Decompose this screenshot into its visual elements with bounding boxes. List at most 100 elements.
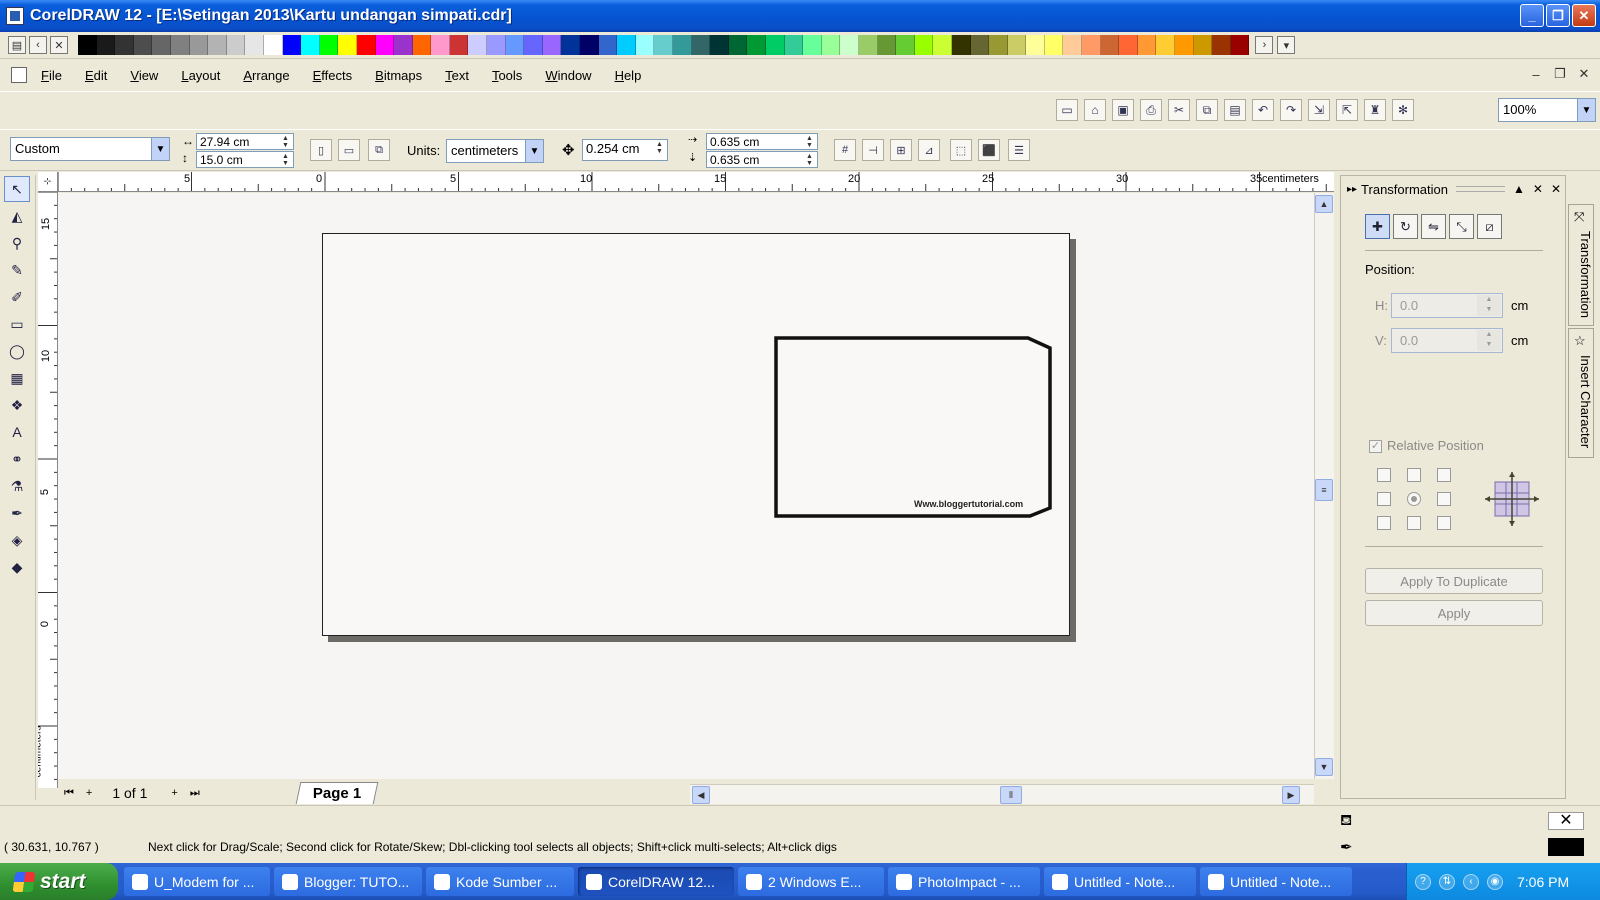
color-swatch[interactable] — [580, 35, 599, 55]
anchor-bottom-center[interactable] — [1407, 516, 1421, 530]
page-tab[interactable]: Page 1 — [295, 782, 379, 804]
paper-width-spinner-icon[interactable]: ▲ ▼ — [282, 135, 292, 149]
units-combo[interactable]: centimeters ▼ — [446, 139, 544, 163]
duplicate-x-spinner-icon[interactable]: ▲ ▼ — [806, 135, 816, 149]
h-position-spinner-icon[interactable]: ▲ ▼ — [1477, 295, 1501, 316]
h-position-field[interactable]: 0.0 ▲ ▼ — [1391, 293, 1503, 318]
color-swatch[interactable] — [226, 35, 246, 55]
interactive-fill-tool-icon[interactable]: ◆ — [4, 554, 30, 580]
tab-transformation[interactable]: ⤧ Transformation — [1568, 204, 1594, 326]
color-swatch[interactable] — [635, 35, 655, 55]
size-mode-icon[interactable]: ⤡ — [1449, 214, 1474, 239]
anchor-top-left[interactable] — [1377, 468, 1391, 482]
treat-as-filled-icon[interactable]: ⬚ — [950, 139, 972, 161]
color-swatch[interactable] — [673, 35, 692, 55]
color-swatch[interactable] — [747, 35, 766, 55]
color-swatch[interactable] — [208, 35, 227, 55]
help-icon[interactable]: ? — [1415, 873, 1431, 890]
save-icon[interactable]: ▣ — [1112, 99, 1134, 121]
horizontal-scroll-thumb[interactable]: ⦀ — [1000, 786, 1022, 804]
color-swatch[interactable] — [449, 35, 469, 55]
duplicate-x-field[interactable]: 0.635 cm ▲ ▼ — [706, 133, 818, 150]
color-swatch[interactable] — [96, 35, 116, 55]
color-swatch[interactable] — [728, 35, 748, 55]
color-swatch[interactable] — [1230, 35, 1250, 55]
color-swatch[interactable] — [1044, 35, 1064, 55]
menu-item-view[interactable]: View — [130, 68, 158, 83]
coreldraw-app-icon[interactable] — [6, 7, 24, 25]
taskbar-task[interactable]: Blogger: TUTO... — [274, 867, 422, 896]
first-page-icon[interactable]: ⏮ — [64, 787, 74, 800]
palette-expand-icon[interactable]: ▾ — [1277, 36, 1296, 54]
menu-item-help[interactable]: Help — [615, 68, 642, 83]
anchor-center[interactable] — [1407, 492, 1421, 506]
taskbar-task[interactable]: PhotoImpact - ... — [888, 867, 1040, 896]
eyedropper-tool-icon[interactable]: ⚗ — [4, 473, 30, 499]
taskbar-task[interactable]: 2 Windows E... — [738, 867, 884, 896]
paste-icon[interactable]: ▤ — [1224, 99, 1246, 121]
tray-expand-icon[interactable]: ‹ — [1463, 873, 1479, 890]
doc-close-icon[interactable]: ✕ — [1576, 66, 1592, 82]
scroll-down-icon[interactable]: ▼ — [1315, 758, 1333, 776]
taskbar-task[interactable]: CorelDRAW 12... — [578, 867, 734, 896]
anchor-top-right[interactable] — [1437, 468, 1451, 482]
color-swatch[interactable] — [784, 35, 804, 55]
shape-tool-icon[interactable]: ◭ — [4, 203, 30, 229]
palette-scroll-left-icon[interactable]: ‹ — [29, 36, 47, 54]
duplicate-y-spinner-icon[interactable]: ▲ ▼ — [806, 153, 816, 167]
ruler-origin-icon[interactable]: ⊹ — [38, 172, 58, 192]
scroll-up-icon[interactable]: ▲ — [1315, 195, 1333, 213]
color-swatch[interactable] — [765, 35, 785, 55]
freehand-tool-icon[interactable]: ✎ — [4, 257, 30, 283]
minimize-button[interactable]: _ — [1520, 4, 1544, 27]
color-swatch[interactable] — [170, 35, 190, 55]
color-swatch[interactable] — [1007, 35, 1027, 55]
zoom-level-combo[interactable]: 100% ▼ — [1498, 98, 1596, 122]
apply-to-duplicate-button[interactable]: Apply To Duplicate — [1365, 568, 1543, 594]
drawing-workspace[interactable]: Www.bloggertutorial.com — [58, 193, 1320, 779]
paper-height-field[interactable]: 15.0 cm ▲ ▼ — [196, 151, 294, 168]
color-swatch[interactable] — [598, 35, 618, 55]
color-swatch[interactable] — [338, 35, 357, 55]
menu-item-effects[interactable]: Effects — [313, 68, 353, 83]
export-icon[interactable]: ⇱ — [1336, 99, 1358, 121]
card-url-text[interactable]: Www.bloggertutorial.com — [914, 499, 1023, 509]
apply-button[interactable]: Apply — [1365, 600, 1543, 626]
browser-tray-icon[interactable]: ◉ — [1487, 873, 1503, 890]
relative-position-checkbox[interactable]: ✓ — [1369, 440, 1382, 453]
menu-item-bitmaps[interactable]: Bitmaps — [375, 68, 422, 83]
color-swatch[interactable] — [319, 35, 339, 55]
color-swatch[interactable] — [394, 35, 413, 55]
taskbar-task[interactable]: Untitled - Note... — [1044, 867, 1196, 896]
color-swatch[interactable] — [1119, 35, 1138, 55]
tab-insert-character[interactable]: ☆ Insert Character — [1568, 328, 1594, 458]
draw-object-icon[interactable]: ⬛ — [978, 139, 1000, 161]
color-swatch[interactable] — [431, 35, 450, 55]
outline-color-indicator[interactable] — [1548, 838, 1584, 856]
color-swatch[interactable] — [989, 35, 1008, 55]
color-swatch[interactable] — [78, 35, 97, 55]
color-swatch[interactable] — [617, 35, 636, 55]
docker-collapse-icon[interactable]: ▸▸ — [1347, 184, 1357, 195]
palette-scroll-right-icon[interactable]: › — [1255, 36, 1274, 54]
menu-item-window[interactable]: Window — [545, 68, 591, 83]
corel-online-icon[interactable]: ✻ — [1392, 99, 1414, 121]
taskbar-task[interactable]: Untitled - Note... — [1200, 867, 1352, 896]
color-swatch[interactable] — [356, 35, 376, 55]
menu-item-file[interactable]: File — [41, 68, 62, 83]
color-swatch[interactable] — [487, 35, 506, 55]
copy-icon[interactable]: ⧉ — [1196, 99, 1218, 121]
snap-to-grid-icon[interactable]: # — [834, 139, 856, 161]
basic-shapes-tool-icon[interactable]: ❖ — [4, 392, 30, 418]
print-icon[interactable]: ⎙ — [1140, 99, 1162, 121]
menu-item-arrange[interactable]: Arrange — [243, 68, 289, 83]
anchor-bottom-right[interactable] — [1437, 516, 1451, 530]
horizontal-ruler[interactable]: 5 0 5 10 15 20 25 30 35 centimeters — [58, 172, 1334, 192]
vertical-ruler[interactable]: 15 10 5 0 centimeters — [38, 192, 58, 788]
color-swatch[interactable] — [803, 35, 822, 55]
color-swatch[interactable] — [877, 35, 897, 55]
menu-item-text[interactable]: Text — [445, 68, 469, 83]
paper-type-combo[interactable]: Custom ▼ — [10, 137, 170, 161]
paper-type-dropdown-icon[interactable]: ▼ — [151, 138, 169, 160]
paper-width-field[interactable]: 27.94 cm ▲ ▼ — [196, 133, 294, 150]
